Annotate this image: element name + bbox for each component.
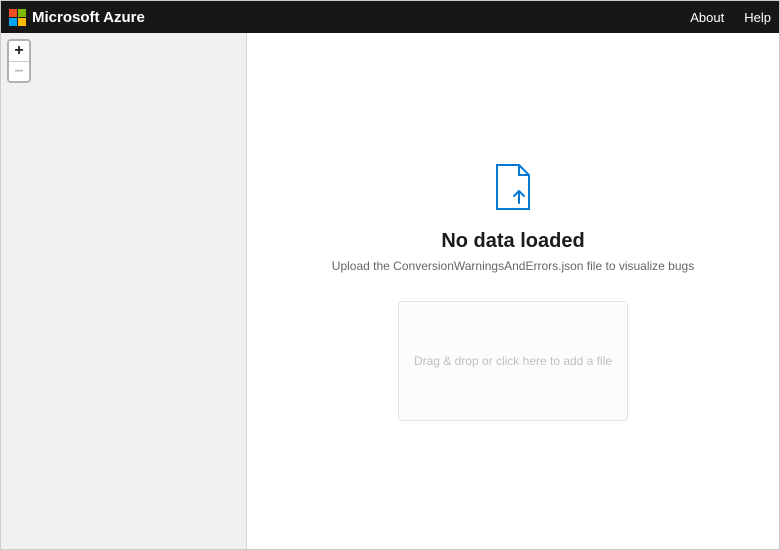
zoom-controls: + −: [7, 39, 31, 83]
empty-state-subtitle: Upload the ConversionWarningsAndErrors.j…: [332, 259, 694, 273]
dropzone-label: Drag & drop or click here to add a file: [414, 354, 612, 368]
microsoft-logo-icon: [9, 9, 26, 26]
sidebar: + −: [1, 33, 247, 549]
zoom-in-button[interactable]: +: [9, 41, 29, 61]
topbar: Microsoft Azure About Help: [1, 1, 779, 33]
about-link[interactable]: About: [690, 10, 724, 25]
brand-text: Microsoft Azure: [32, 9, 145, 26]
help-link[interactable]: Help: [744, 10, 771, 25]
brand: Microsoft Azure: [9, 9, 145, 26]
zoom-out-button: −: [9, 61, 29, 81]
body-area: + − No data loaded Upload the Conversion…: [1, 33, 779, 549]
file-dropzone[interactable]: Drag & drop or click here to add a file: [398, 301, 628, 421]
upload-document-icon: [493, 163, 533, 216]
empty-state-title: No data loaded: [441, 230, 584, 253]
main-panel: No data loaded Upload the ConversionWarn…: [247, 33, 779, 549]
